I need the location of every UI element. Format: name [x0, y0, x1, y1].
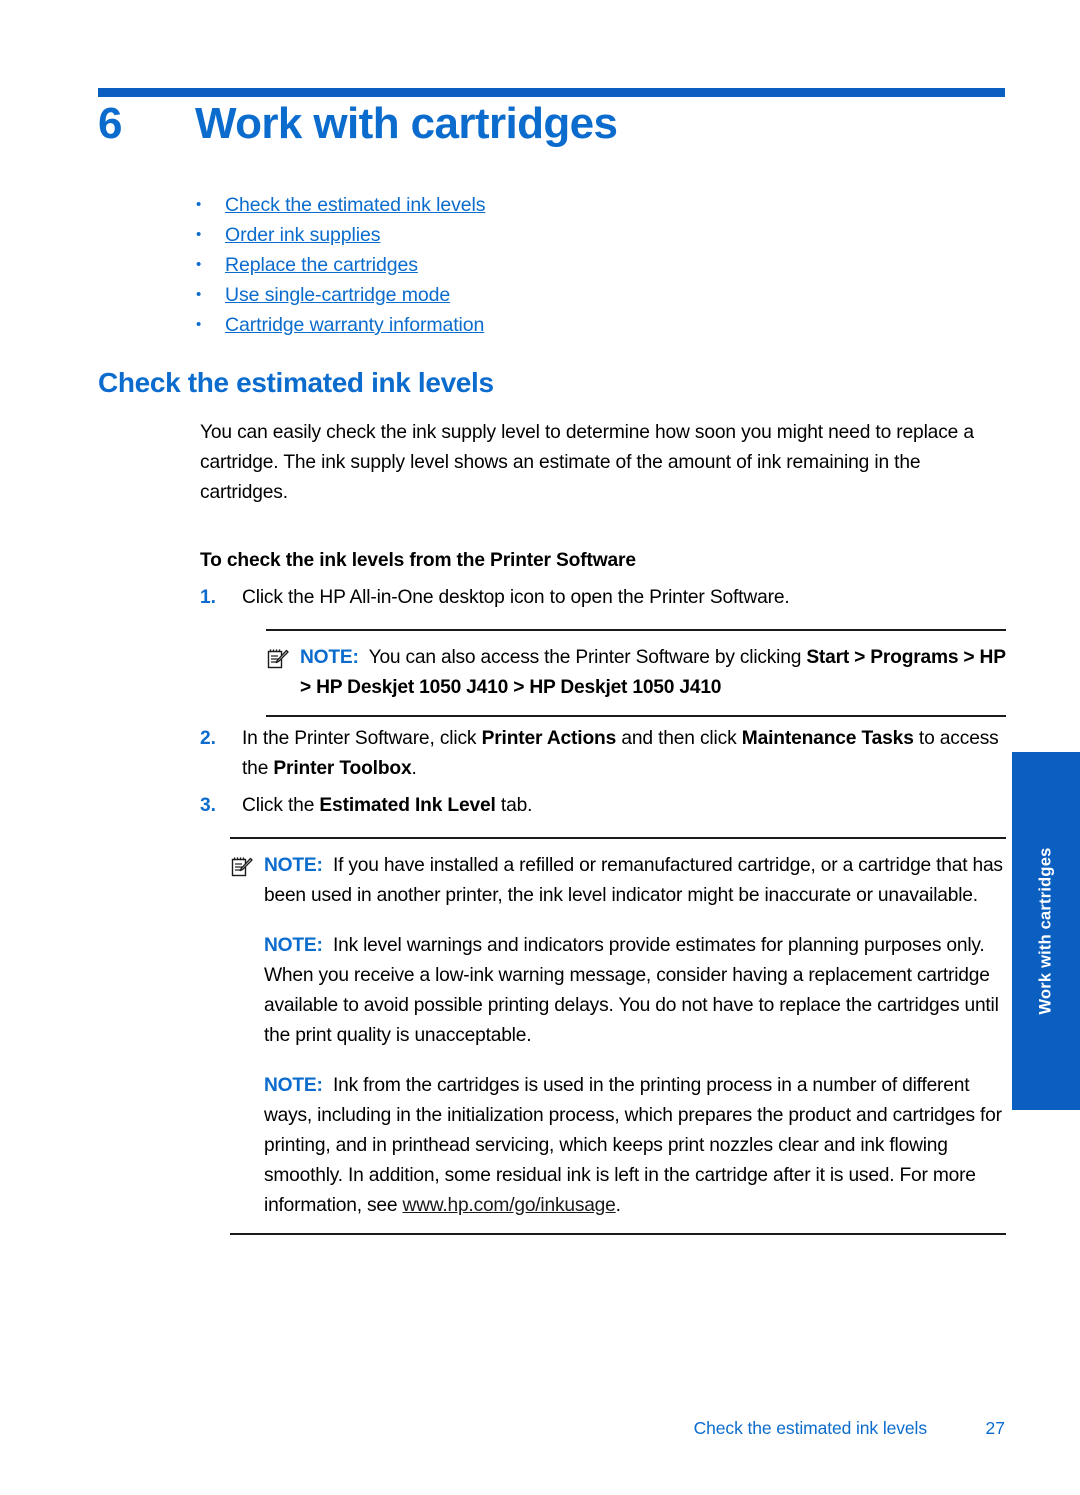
step-text: Click the Estimated Ink Level tab.: [242, 791, 1006, 821]
page-footer: Check the estimated ink levels 27: [98, 1418, 1005, 1439]
step-item: 1. Click the HP All-in-One desktop icon …: [200, 583, 1006, 613]
procedure-steps: 1. Click the HP All-in-One desktop icon …: [200, 583, 1006, 821]
note-text: NOTE: Ink from the cartridges is used in…: [264, 1071, 1006, 1221]
text-run: Click the: [242, 795, 320, 816]
emphasis-text: Maintenance Tasks: [741, 728, 914, 749]
footer-page-number: 27: [985, 1418, 1005, 1438]
toc-link[interactable]: Check the estimated ink levels: [225, 190, 485, 220]
body-column: You can easily check the ink supply leve…: [200, 418, 1006, 1235]
chapter-toc-list: • Check the estimated ink levels • Order in…: [196, 190, 896, 340]
step-item: 2. In the Printer Software, click Printe…: [200, 724, 1006, 784]
text-run: and then click: [616, 728, 742, 749]
toc-item-0[interactable]: • Check the estimated ink levels: [196, 190, 896, 220]
procedure-heading: To check the ink levels from the Printer…: [200, 550, 636, 571]
text-run: You can also access the Printer Software…: [368, 647, 807, 668]
note-label: NOTE:: [300, 647, 359, 668]
bullet-icon: •: [196, 286, 202, 303]
inline-url-link[interactable]: www.hp.com/go/inkusage: [402, 1195, 615, 1216]
step-text: In the Printer Software, click Printer A…: [242, 724, 1006, 784]
emphasis-text: Printer Toolbox: [273, 758, 412, 779]
note-pencil-icon: [266, 643, 300, 676]
note-body: Ink from the cartridges is used in the p…: [264, 1075, 1002, 1216]
text-run: .: [411, 758, 417, 779]
note-body: You can also access the Printer Software…: [300, 647, 1006, 698]
note-row: NOTE: If you have installed a refilled o…: [230, 851, 1006, 911]
text-run: Ink from the cartridges is used in the p…: [264, 1075, 1002, 1216]
toc-item-3[interactable]: • Use single-cartridge mode: [196, 280, 896, 310]
note-text: NOTE: You can also access the Printer So…: [300, 643, 1006, 703]
note-label: NOTE:: [264, 935, 323, 956]
text-run: .: [615, 1195, 621, 1216]
note-block-step1: NOTE: You can also access the Printer So…: [266, 629, 1006, 717]
note-row: NOTE: Ink from the cartridges is used in…: [230, 1071, 1006, 1221]
bullet-icon: •: [196, 316, 202, 333]
bullet-icon: •: [196, 196, 202, 213]
text-run: tab.: [495, 795, 533, 816]
toc-item-2[interactable]: • Replace the cartridges: [196, 250, 896, 280]
toc-link[interactable]: Replace the cartridges: [225, 250, 418, 280]
note-row: NOTE: Ink level warnings and indicators …: [230, 931, 1006, 1051]
text-run: If you have installed a refilled or rema…: [264, 855, 1003, 906]
note-text: NOTE: If you have installed a refilled o…: [264, 851, 1006, 911]
footer-section-title: Check the estimated ink levels: [693, 1418, 927, 1438]
text-run: In the Printer Software, click: [242, 728, 482, 749]
chapter-side-tab-label: Work with cartridges: [1036, 847, 1055, 1015]
note-block-main: NOTE: If you have installed a refilled o…: [230, 837, 1006, 1235]
step-text: Click the HP All-in-One desktop icon to …: [242, 583, 1006, 613]
note-row: NOTE: You can also access the Printer So…: [266, 643, 1006, 703]
bullet-icon: •: [196, 256, 202, 273]
note-body: Ink level warnings and indicators provid…: [264, 935, 999, 1046]
toc-link[interactable]: Order ink supplies: [225, 220, 380, 250]
note-label: NOTE:: [264, 855, 323, 876]
chapter-top-rule: [98, 88, 1005, 97]
chapter-title: Work with cartridges: [195, 99, 618, 148]
step-number: 3.: [200, 795, 217, 816]
toc-item-4[interactable]: • Cartridge warranty information: [196, 310, 896, 340]
text-run: Click the HP All-in-One desktop icon to …: [242, 587, 790, 608]
page-title: Check the estimated ink levels: [98, 367, 494, 398]
note-text: NOTE: Ink level warnings and indicators …: [264, 931, 1006, 1051]
step-item: 3. Click the Estimated Ink Level tab.: [200, 791, 1006, 821]
toc-item-1[interactable]: • Order ink supplies: [196, 220, 896, 250]
emphasis-text: Estimated Ink Level: [319, 795, 496, 816]
chapter-number: 6: [98, 99, 122, 148]
note-pencil-icon: [230, 851, 264, 884]
note-label: NOTE:: [264, 1075, 323, 1096]
chapter-heading: 6 Work with cartridges: [98, 99, 1008, 148]
toc-link[interactable]: Cartridge warranty information: [225, 310, 484, 340]
document-page: 6 Work with cartridges • Check the estima…: [0, 0, 1080, 1495]
intro-paragraph: You can easily check the ink supply leve…: [200, 422, 974, 503]
chapter-side-tab: Work with cartridges: [1012, 752, 1080, 1110]
emphasis-text: Printer Actions: [481, 728, 617, 749]
text-run: Ink level warnings and indicators provid…: [264, 935, 999, 1046]
step-number: 2.: [200, 728, 217, 749]
step-number: 1.: [200, 587, 217, 608]
note-body: If you have installed a refilled or rema…: [264, 855, 1003, 906]
bullet-icon: •: [196, 226, 202, 243]
toc-link[interactable]: Use single-cartridge mode: [225, 280, 450, 310]
